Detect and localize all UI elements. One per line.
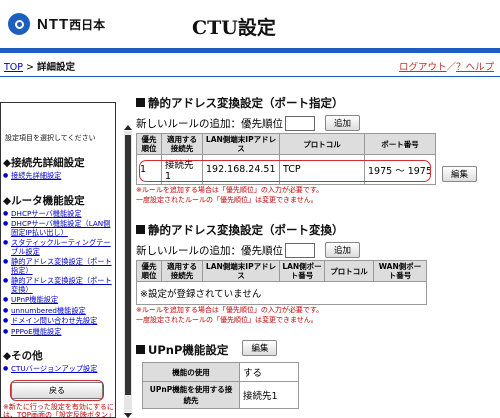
sidebar-section-router: ◆ルータ機能設定 (3, 194, 85, 207)
section1-add-button[interactable]: 追加 (325, 115, 361, 131)
scroll-thumb[interactable] (125, 135, 131, 395)
logo-text: NTT (37, 15, 70, 33)
col-lan-ip: LAN側端末IPアドレス (202, 133, 280, 155)
sidebar-item-connection-detail[interactable]: 接続先詳細設定 (3, 171, 115, 181)
toplinks-separator: ／ (446, 62, 456, 73)
logo-subtext: 西日本 (69, 17, 106, 32)
top-links: ログアウト／？ヘルプ (399, 59, 494, 73)
col-protocol: プロトコル (324, 260, 374, 282)
sidebar-note: ※新たに行った設定を有効にするには、TOP画面の「設定反映ボタン」をクリック (3, 402, 116, 418)
back-button[interactable]: 戻る (10, 379, 104, 401)
upnp-edit-button[interactable]: 編集 (242, 340, 278, 356)
help-link[interactable]: ？ヘルプ (456, 62, 494, 73)
page-title: CTU設定 (192, 17, 276, 39)
section2-rules-table: 優先順位 適用する接続先 LAN側端末IPアドレス LAN側ポート番号 プロトコ… (136, 260, 427, 305)
ntt-logo: NTT西日本 (8, 13, 105, 35)
section1-row-edit-button[interactable]: 編集 (442, 166, 478, 182)
sidebar-item-dns[interactable]: ドメイン問い合わせ先設定 (3, 316, 115, 326)
table-row: 機能の使用 する (142, 362, 299, 382)
breadcrumb-bar: TOP > 詳細設定 ログアウト／？ヘルプ (0, 56, 500, 74)
table-row: UPnP機能を使用する接続先 接続先1 (142, 381, 299, 409)
sidebar-item-pppoe[interactable]: PPPoE機能設定 (3, 327, 115, 337)
section1-add-row: 新しいルールの追加：優先順位 追加 (136, 115, 500, 131)
sidebar-item-nat-port-translation[interactable]: 静的アドレス変換設定（ポート変換） (3, 276, 115, 294)
upnp-settings-table: 機能の使用 する UPnP機能を使用する接続先 接続先1 (142, 362, 299, 409)
section2-add-button[interactable]: 追加 (325, 242, 361, 258)
section2-warning-2: 一度設定されたルールの「優先順位」は変更できません。 (136, 315, 318, 324)
back-button-highlight (10, 379, 104, 401)
sidebar-section-other: ◆その他 (3, 350, 43, 362)
section2-bullet-icon (136, 225, 145, 234)
sidebar: 設定項目を選択してください ◆接続先詳細設定 接続先詳細設定 ◆ルータ機能設定 … (0, 102, 116, 418)
sidebar-item-ctu-upgrade[interactable]: CTUバージョンアップ設定 (3, 364, 115, 374)
col-priority: 優先順位 (136, 133, 162, 155)
logout-link[interactable]: ログアウト (399, 62, 447, 73)
sidebar-item-dhcp-fixed-ip[interactable]: DHCPサーバ機能設定（LAN側固定IP払い出し） (3, 219, 115, 237)
table-header-row: 優先順位 適用する接続先 LAN側端末IPアドレス LAN側ポート番号 プロトコ… (136, 260, 427, 282)
section1-add-label: 新しいルールの追加：優先順位 (136, 117, 283, 130)
section2-add-row: 新しいルールの追加：優先順位 追加 (136, 242, 500, 258)
col-connection: 適用する接続先 (161, 133, 203, 155)
sidebar-item-upnp[interactable]: UPnP機能設定 (3, 295, 115, 305)
row-highlight (139, 160, 431, 182)
sidebar-item-nat-port-specified[interactable]: 静的アドレス変換設定（ポート指定） (3, 257, 115, 275)
sidebar-item-static-routing[interactable]: スタティックルーティングテーブル設定 (3, 238, 115, 256)
upnp-use-value: する (239, 362, 299, 382)
breadcrumb-separator: > (23, 62, 38, 73)
upnp-use-label: 機能の使用 (142, 362, 240, 382)
section1-title: 静的アドレス変換設定（ポート指定） (136, 95, 500, 111)
breadcrumb: TOP > 詳細設定 (4, 59, 75, 73)
section3-bullet-icon (136, 345, 145, 354)
section1-bullet-icon (136, 98, 145, 107)
section1-warning-1: ※ルールを追加する場合は「優先順位」の入力が必要です。 (136, 186, 324, 194)
upnp-connection-label: UPnP機能を使用する接続先 (142, 381, 240, 409)
header-divider (0, 48, 500, 53)
section1-priority-input[interactable] (285, 115, 315, 131)
col-port: ポート番号 (364, 133, 436, 155)
app-header: NTT西日本 CTU設定 (0, 0, 500, 53)
col-connection: 適用する接続先 (161, 260, 203, 282)
breadcrumb-current: 詳細設定 (37, 62, 76, 73)
scroll-up-arrow-icon[interactable] (124, 125, 132, 130)
section2-title: 静的アドレス変換設定（ポート変換） (136, 222, 500, 238)
scroll-down-arrow-icon[interactable] (124, 413, 132, 418)
sidebar-section-connection: ◆接続先詳細設定 (3, 157, 85, 169)
col-wan-port: WAN側ポート番号 (373, 260, 427, 282)
main-content: 静的アドレス変換設定（ポート指定） 新しいルールの追加：優先順位 追加 優先順位… (136, 90, 500, 409)
col-lan-port: LAN側ポート番号 (279, 260, 325, 282)
section2-add-label: 新しいルールの追加：優先順位 (136, 244, 283, 257)
section1-warning-2: 一度設定されたルールの「優先順位」は変更できません。 (136, 195, 318, 204)
section2-warning-1: ※ルールを追加する場合は「優先順位」の入力が必要です。 (136, 306, 324, 314)
table-row: ※設定が登録されていません (136, 281, 427, 305)
main-scrollbar[interactable] (124, 125, 132, 418)
breadcrumb-divider (0, 76, 500, 77)
upnp-connection-value: 接続先1 (239, 381, 299, 409)
col-lan-ip: LAN側端末IPアドレス (202, 260, 280, 282)
section3-title: UPnP機能設定 (136, 342, 228, 358)
breadcrumb-top-link[interactable]: TOP (4, 62, 23, 73)
col-protocol: プロトコル (279, 133, 365, 155)
col-priority: 優先順位 (136, 260, 162, 282)
table-header-row: 優先順位 適用する接続先 LAN側端末IPアドレス プロトコル ポート番号 (136, 133, 436, 155)
ntt-logo-icon (8, 13, 30, 35)
sidebar-hint: 設定項目を選択してください (5, 134, 96, 142)
section2-priority-input[interactable] (285, 242, 315, 258)
sidebar-item-unnumbered[interactable]: unnumbered機能設定 (3, 306, 115, 316)
empty-message: ※設定が登録されていません (136, 281, 427, 305)
sidebar-item-dhcp[interactable]: DHCPサーバ機能設定 (3, 209, 115, 219)
